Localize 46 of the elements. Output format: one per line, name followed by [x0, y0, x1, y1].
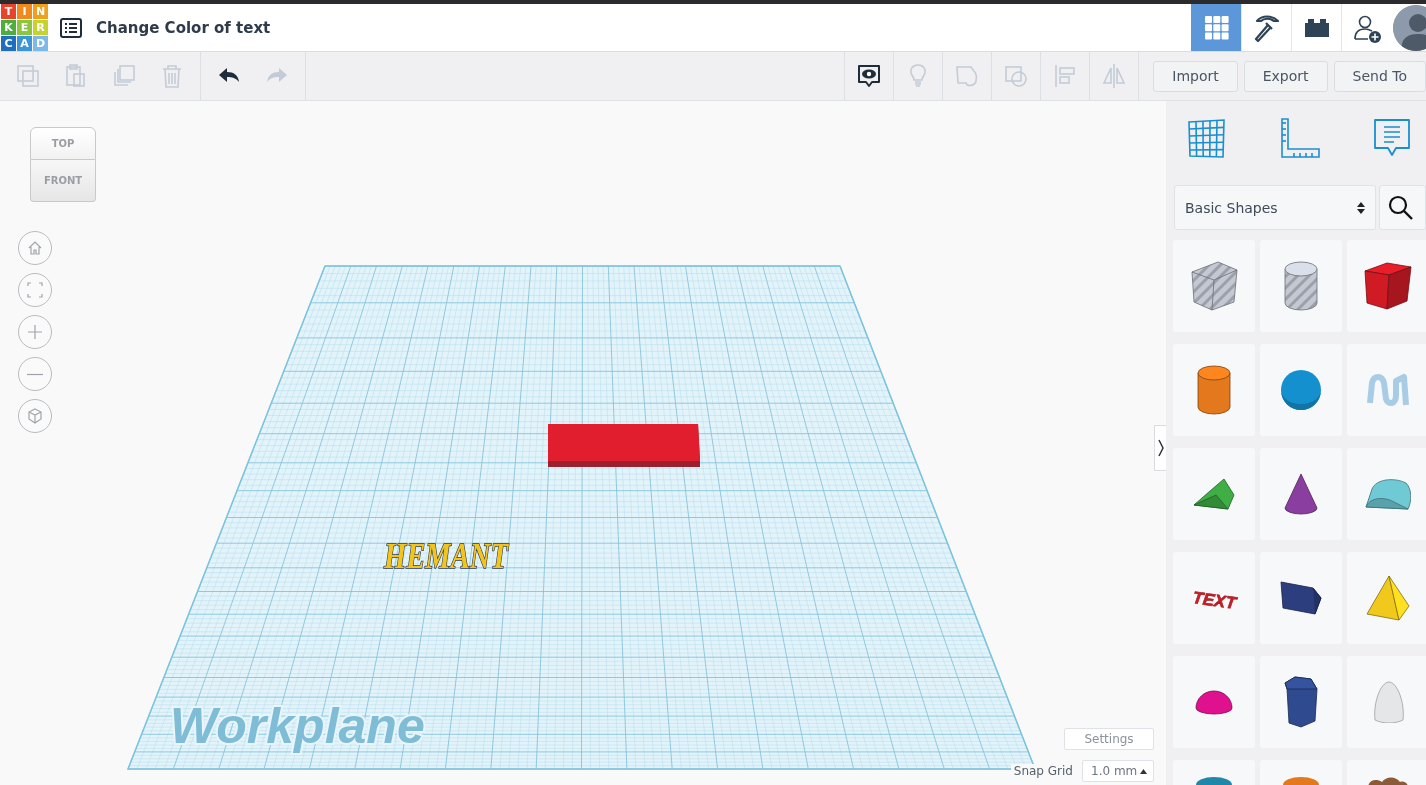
sort-caret-icon — [1357, 200, 1365, 215]
zoom-out-button[interactable] — [18, 357, 52, 391]
shape-tile[interactable] — [1260, 344, 1342, 436]
ruler-glyph-icon — [1279, 117, 1321, 159]
zoom-in-button[interactable] — [18, 315, 52, 349]
home-button[interactable] — [18, 231, 52, 265]
chevron-icon — [1156, 438, 1165, 458]
shape-tile[interactable] — [1260, 552, 1342, 644]
workplane-grid-glyph-icon — [1186, 117, 1228, 159]
category-select[interactable]: Basic Shapes — [1174, 185, 1376, 230]
shape-tile[interactable] — [1173, 656, 1255, 748]
search-button[interactable] — [1379, 185, 1426, 230]
box-object[interactable] — [548, 424, 700, 467]
shape-tile[interactable] — [1260, 656, 1342, 748]
shape-tile[interactable] — [1347, 344, 1426, 436]
shape-tile[interactable] — [1347, 448, 1426, 540]
ungroup-icon — [1003, 63, 1030, 89]
text-shape-label: TEXT — [1191, 588, 1238, 613]
panel-toggle-button[interactable] — [1154, 425, 1166, 471]
toolbar-button[interactable]: Import — [1153, 60, 1238, 92]
shape-tile[interactable] — [1260, 448, 1342, 540]
mirror-icon — [1101, 63, 1128, 89]
shape-tile[interactable] — [1347, 552, 1426, 644]
caret-icon — [1140, 768, 1147, 774]
search-icon — [1388, 194, 1414, 221]
fit-view-button[interactable] — [18, 273, 52, 307]
duplicate-icon — [111, 63, 137, 89]
notes-icon — [856, 63, 883, 89]
shape-tile[interactable] — [1260, 240, 1342, 332]
avatar-icon[interactable] — [1393, 4, 1426, 51]
menu-icon[interactable] — [60, 17, 82, 38]
toolbar-button[interactable]: Send To — [1333, 60, 1426, 92]
design-title[interactable]: Change Color of text — [96, 18, 271, 37]
shape-tile[interactable] — [1347, 656, 1426, 748]
copy-icon — [15, 63, 41, 89]
settings-button[interactable]: Settings — [1064, 728, 1154, 750]
shape-tile[interactable] — [1173, 344, 1255, 436]
toolbar-button[interactable]: Export — [1243, 60, 1328, 92]
logo[interactable]: T I N K E R C A D — [1, 4, 48, 51]
shape-tile[interactable] — [1173, 240, 1255, 332]
shape-tile[interactable]: TEXT — [1173, 552, 1255, 644]
perspective-button[interactable] — [18, 399, 52, 433]
snap-grid-select[interactable]: 1.0 mm — [1082, 760, 1154, 782]
shape-tile[interactable] — [1347, 240, 1426, 332]
shape-tile[interactable] — [1173, 448, 1255, 540]
zoom-out-icon — [26, 372, 44, 376]
